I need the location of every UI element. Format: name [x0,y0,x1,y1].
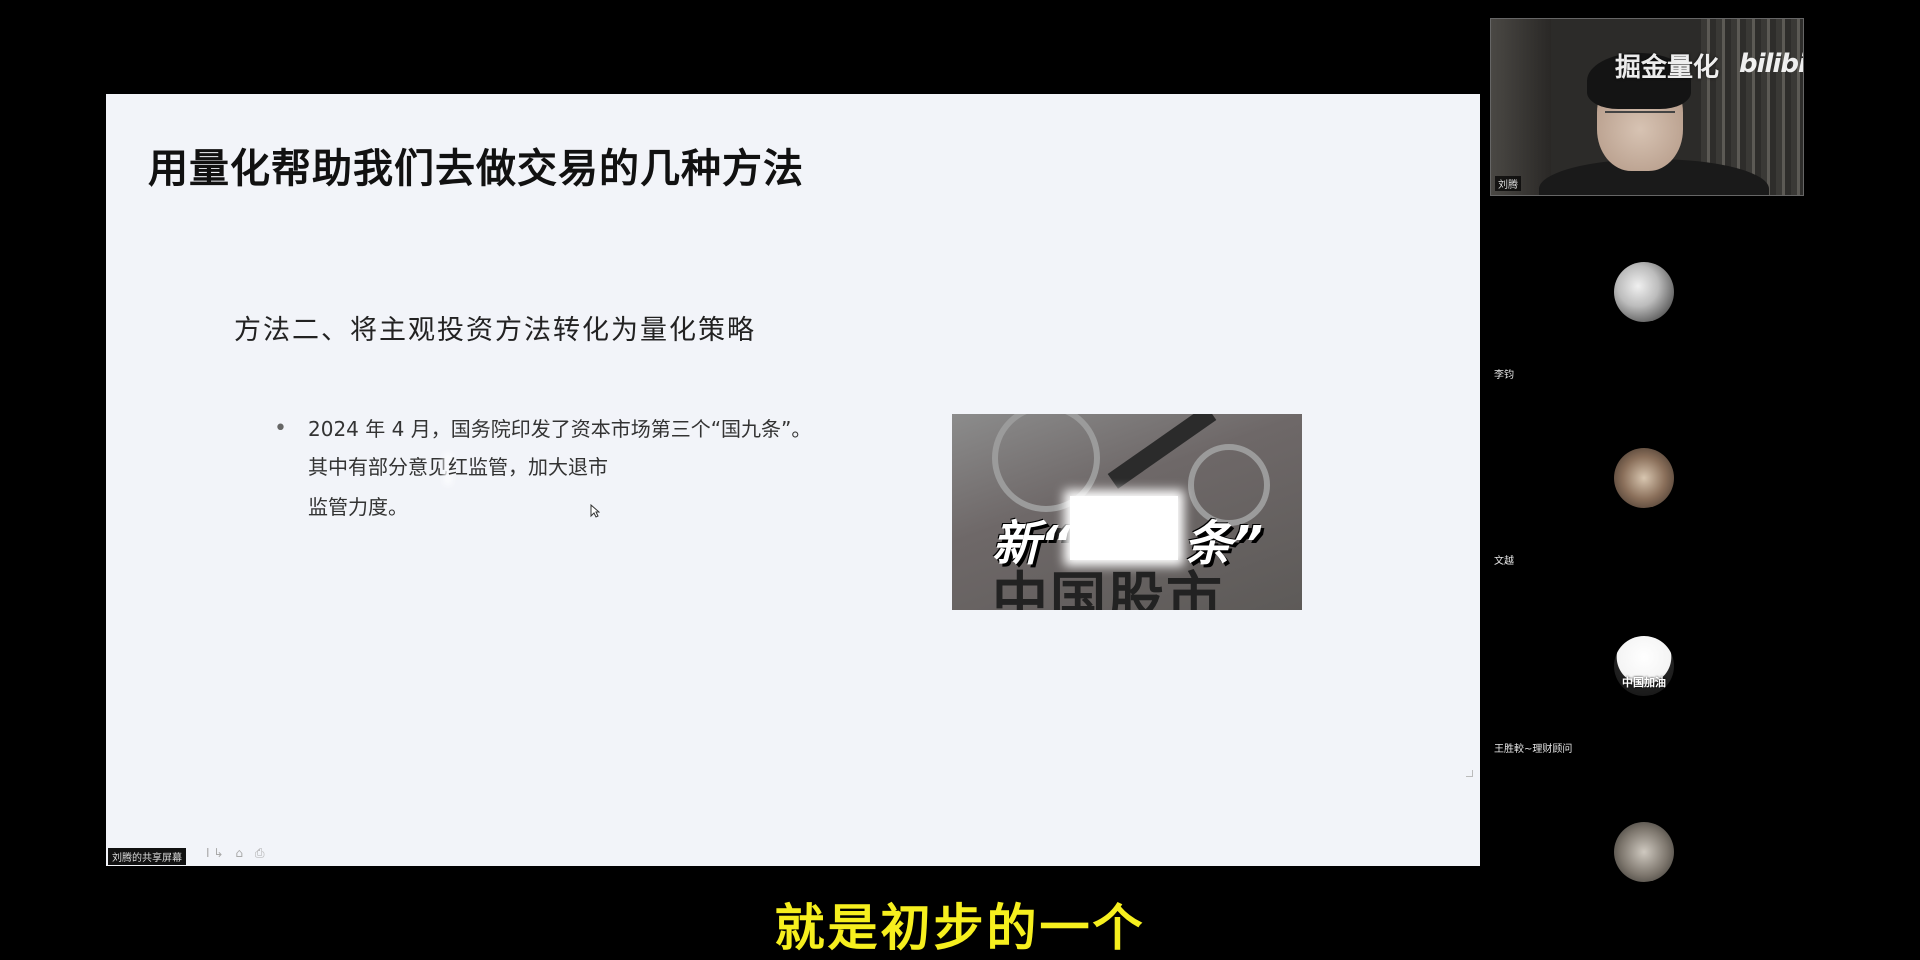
participant-tile[interactable]: 李钧 [1494,262,1704,382]
slide-corner-mark [1466,770,1473,777]
slide-picture: 新“ 条” 中国股市 [952,414,1302,610]
participant-name: 文越 [1494,556,1514,567]
watermark-text: 掘金量化 [1615,53,1720,83]
webcam-name-tag: 刘腾 [1495,176,1521,191]
participant-name: 李钧 [1494,370,1514,381]
bilibili-logo: bilibili [1739,49,1804,79]
participant-avatar [1614,822,1674,882]
webcam-person-glasses [1605,111,1675,127]
slide-subtitle: 方法二、将主观投资方法转化为量化策略 [234,315,756,346]
participant-avatar: 中国加油 [1614,636,1674,696]
picture-redaction-mask [1070,496,1178,560]
bullet-dot: • [274,416,287,441]
participant-tile[interactable] [1494,822,1704,892]
participant-avatar-text: 中国加油 [1622,676,1666,689]
participant-tile[interactable]: 中国加油 王胜較~理财顾问 [1494,636,1704,756]
participant-avatar [1614,262,1674,322]
bullet-text: 2024 年 4 月，国务院印发了资本市场第三个“国九条”。 其中有部分意见红监… [308,410,868,526]
bullet-line-2: 其中有部分意见红监管，加大退市 [308,448,868,488]
shared-slide: 用量化帮助我们去做交易的几种方法 方法二、将主观投资方法转化为量化策略 • 20… [106,94,1480,866]
bullet-line-3: 监管力度。 [308,494,408,519]
video-subtitle: 就是初步的一个 [774,899,1146,957]
screen-share-toolbar[interactable]: I↳ ⌂ ⎙ [206,846,268,861]
participant-name: 王胜較~理财顾问 [1494,744,1573,755]
participant-tile[interactable]: 文越 [1494,448,1704,568]
webcam-bookshelf [1491,19,1551,195]
bullet-line-2-end: 红监管，加大退市 [448,455,608,479]
screen-share-label: 刘腾的共享屏幕 [108,848,186,865]
mouse-pointer-icon [590,504,600,518]
participant-avatar [1614,448,1674,508]
bullet-line-1: 2024 年 4 月，国务院印发了资本市场第三个“国九条”。 [308,417,812,441]
presenter-webcam[interactable]: 掘金量化 bilibili 刘腾 [1490,18,1804,196]
meeting-stage: 用量化帮助我们去做交易的几种方法 方法二、将主观投资方法转化为量化策略 • 20… [0,0,1920,960]
bullet-line-2-start: 其中有部分意见 [308,455,448,479]
slide-title: 用量化帮助我们去做交易的几种方法 [148,146,804,192]
picture-caption-bottom: 中国股市 [992,567,1224,610]
